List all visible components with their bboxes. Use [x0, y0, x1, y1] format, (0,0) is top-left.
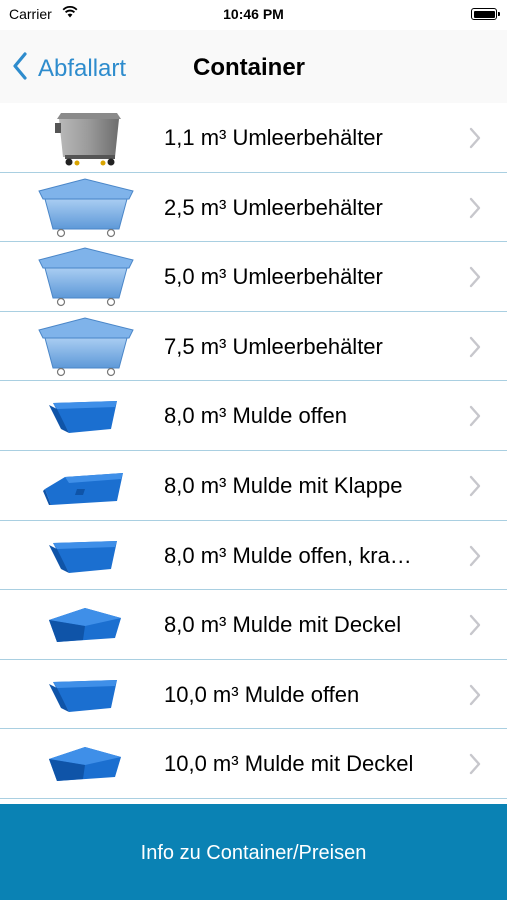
gray-wheelie-bin-icon — [25, 107, 145, 169]
blue-bin-icon — [25, 316, 145, 378]
list-item[interactable]: 5,0 m³ Umleerbehälter — [0, 242, 507, 312]
battery-icon — [471, 8, 500, 20]
list-item-label: 10,0 m³ Mulde offen — [164, 681, 360, 707]
skip-container-icon — [25, 385, 145, 447]
list-item[interactable]: 1,1 m³ Umleerbehälter — [0, 103, 507, 173]
list-item-label: 2,5 m³ Umleerbehälter — [164, 194, 383, 220]
list-item-label: 8,0 m³ Mulde mit Deckel — [164, 612, 402, 638]
chevron-right-icon — [468, 545, 482, 572]
chevron-right-icon — [468, 475, 482, 502]
chevron-right-icon — [468, 336, 482, 363]
list-item-label: 8,0 m³ Mulde offen, kra… — [164, 542, 412, 568]
list-item-label: 10,0 m³ Mulde mit Deckel — [164, 751, 414, 777]
list-item[interactable]: 8,0 m³ Mulde mit Klappe — [0, 451, 507, 521]
list-item[interactable]: 10,0 m³ Mulde offen — [0, 659, 507, 730]
chevron-left-icon — [12, 52, 28, 85]
list-item-label: 7,5 m³ Umleerbehälter — [164, 333, 383, 359]
skip-lid-icon — [25, 733, 145, 795]
skip-container-icon — [25, 664, 145, 726]
chevron-right-icon — [468, 266, 482, 293]
list-item[interactable]: 8,0 m³ Mulde offen, kra… — [0, 520, 507, 591]
back-button[interactable]: Abfallart — [12, 52, 126, 85]
chevron-right-icon — [468, 197, 482, 224]
chevron-right-icon — [468, 127, 482, 154]
skip-lid-icon — [25, 594, 145, 656]
list-item[interactable]: 10,0 m³ Mulde mit Deckel — [0, 729, 507, 799]
list-item[interactable]: 8,0 m³ Mulde mit Deckel — [0, 590, 507, 660]
skip-flap-icon — [25, 455, 145, 517]
list-item-label: 5,0 m³ Umleerbehälter — [164, 264, 383, 290]
info-prices-button[interactable]: Info zu Container/Preisen — [0, 804, 507, 900]
list-item-label: 8,0 m³ Mulde offen — [164, 403, 348, 429]
chevron-right-icon — [468, 684, 482, 711]
list-item[interactable]: 2,5 m³ Umleerbehälter — [0, 172, 507, 243]
page-title: Container — [193, 54, 306, 81]
list-item[interactable]: 7,5 m³ Umleerbehälter — [0, 311, 507, 382]
navigation-bar: Abfallart Container — [0, 30, 507, 104]
list-item-label: 8,0 m³ Mulde mit Klappe — [164, 473, 403, 498]
clock: 10:46 PM — [223, 6, 284, 22]
chevron-right-icon — [468, 405, 482, 432]
chevron-right-icon — [468, 614, 482, 641]
blue-bin-icon — [25, 246, 145, 308]
list-item[interactable]: 8,0 m³ Mulde offen — [0, 381, 507, 451]
list-item-label: 1,1 m³ Umleerbehälter — [164, 125, 383, 150]
chevron-right-icon — [468, 753, 482, 780]
back-label: Abfallart — [38, 54, 127, 82]
container-list: 1,1 m³ Umleerbehälter 2,5 m³ Umleerbehält… — [0, 103, 507, 803]
skip-container-icon — [25, 525, 145, 587]
status-bar: Carrier 10:46 PM — [0, 0, 507, 30]
blue-bin-icon — [25, 177, 145, 239]
